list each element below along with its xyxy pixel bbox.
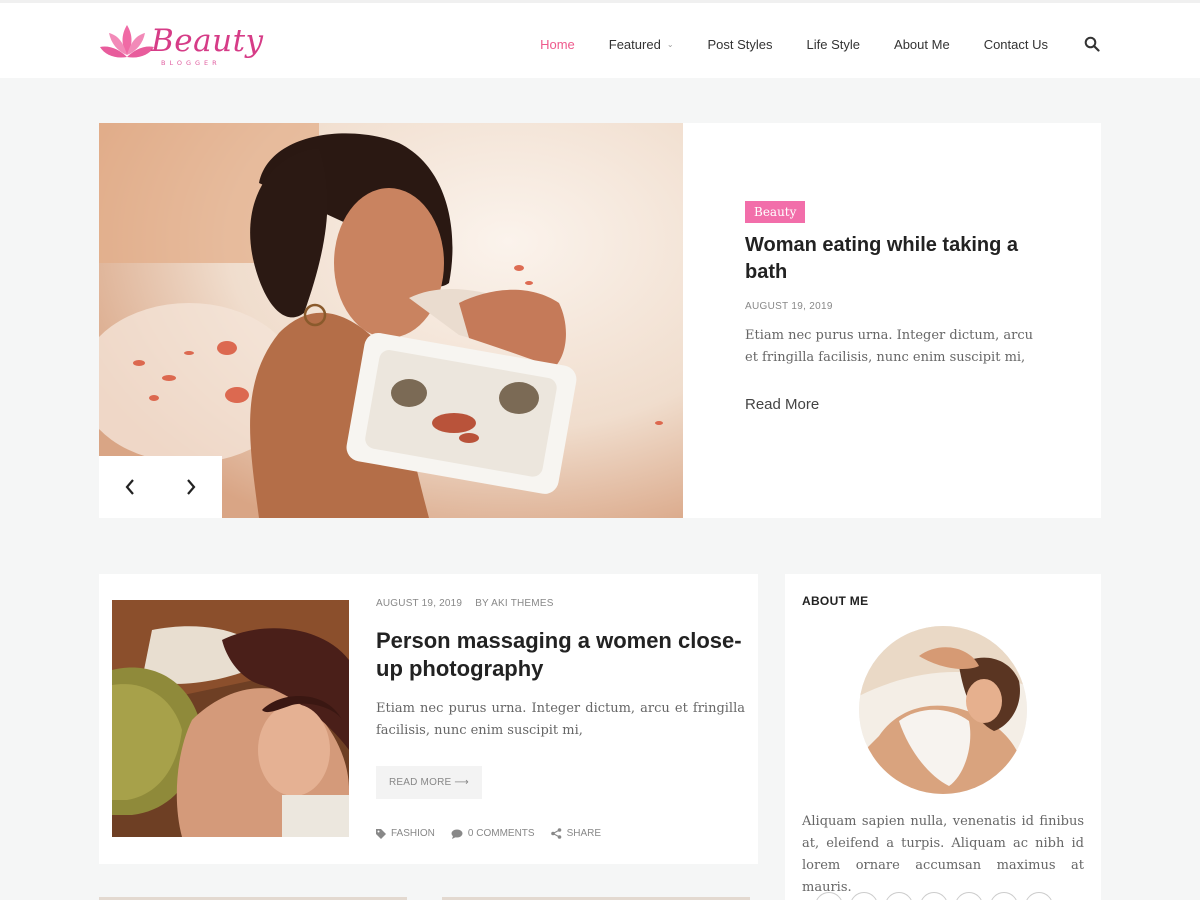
comment-icon: [451, 829, 463, 839]
social-link[interactable]: [850, 892, 878, 900]
post-excerpt: Etiam nec purus urna. Integer dictum, ar…: [376, 701, 745, 738]
nav-about-me[interactable]: About Me: [894, 37, 950, 52]
logo-tagline: BLOGGER: [161, 59, 221, 67]
nav-home[interactable]: Home: [540, 37, 575, 52]
post-share: SHARE: [566, 828, 602, 839]
slider-next-button[interactable]: [160, 456, 221, 518]
nav-contact-us[interactable]: Contact Us: [984, 37, 1048, 52]
post-comments-link[interactable]: 0 COMMENTS: [451, 828, 535, 839]
hero-excerpt: Etiam nec purus urna. Integer dictum, ar…: [745, 328, 1033, 365]
social-link[interactable]: [990, 892, 1018, 900]
nav-life-style-label: Life Style: [806, 36, 861, 52]
hero-read-more-link[interactable]: Read More: [745, 396, 819, 413]
nav-about-me-label: About Me: [894, 36, 950, 52]
nav-home-label: Home: [540, 36, 575, 52]
post-card: AUGUST 19, 2019 BY AKI THEMES Person mas…: [99, 574, 758, 864]
tag-icon: [376, 828, 386, 839]
post-meta: AUGUST 19, 2019 BY AKI THEMES: [376, 598, 745, 609]
about-text: Aliquam sapien nulla, venenatis id finib…: [802, 814, 1084, 895]
category-badge[interactable]: Beauty: [745, 201, 806, 223]
post-date: AUGUST 19, 2019: [376, 598, 463, 609]
hero-content: Beauty Woman eating while taking a bath …: [745, 201, 1045, 414]
site-header: Beauty BLOGGER Home Featured ⌄ Post Style…: [0, 0, 1200, 78]
social-link[interactable]: [885, 892, 913, 900]
logo-text: Beauty: [151, 23, 264, 59]
hero-image[interactable]: [99, 123, 683, 518]
widget-title: ABOUT ME: [802, 594, 869, 608]
main-nav: Home Featured ⌄ Post Styles Life Style Ab…: [506, 31, 1100, 57]
nav-contact-us-label: Contact Us: [983, 36, 1048, 52]
read-more-button[interactable]: READ MORE ⟶: [376, 766, 482, 799]
hero-date: AUGUST 19, 2019: [745, 301, 833, 312]
nav-post-styles[interactable]: Post Styles: [708, 37, 773, 52]
chevron-left-icon: [125, 479, 134, 495]
hero-title[interactable]: Woman eating while taking a bath: [745, 232, 1045, 286]
search-icon[interactable]: [1084, 36, 1100, 52]
chevron-down-icon: ⌄: [666, 39, 674, 49]
post-author[interactable]: BY AKI THEMES: [475, 598, 553, 609]
social-link[interactable]: [920, 892, 948, 900]
slider-prev-button[interactable]: [99, 456, 160, 518]
about-avatar: [859, 626, 1027, 794]
chevron-right-icon: [186, 479, 195, 495]
hero-slider: Beauty Woman eating while taking a bath …: [99, 123, 1101, 518]
nav-featured[interactable]: Featured ⌄: [609, 37, 674, 52]
post-title[interactable]: Person massaging a women close-up photog…: [376, 627, 745, 683]
social-link[interactable]: [955, 892, 983, 900]
social-link[interactable]: [1025, 892, 1053, 900]
social-link[interactable]: [815, 892, 843, 900]
slider-controls: [99, 456, 222, 518]
post-category-link[interactable]: FASHION: [376, 828, 435, 839]
post-footer: FASHION 0 COMMENTS SHARE: [376, 828, 617, 839]
sidebar-about-widget: ABOUT ME Aliquam sapien nulla, venenatis…: [785, 574, 1101, 900]
nav-life-style[interactable]: Life Style: [807, 37, 860, 52]
post-share-link[interactable]: SHARE: [550, 828, 602, 839]
share-icon: [550, 828, 561, 839]
post-body: AUGUST 19, 2019 BY AKI THEMES Person mas…: [376, 598, 745, 799]
post-comments: 0 COMMENTS: [467, 828, 535, 839]
social-links: [815, 892, 1060, 900]
site-logo[interactable]: Beauty BLOGGER: [99, 21, 264, 71]
nav-featured-label: Featured: [608, 36, 661, 52]
lotus-icon: [100, 25, 154, 58]
post-category: FASHION: [391, 828, 435, 839]
post-image[interactable]: [112, 600, 349, 837]
nav-post-styles-label: Post Styles: [707, 36, 773, 52]
